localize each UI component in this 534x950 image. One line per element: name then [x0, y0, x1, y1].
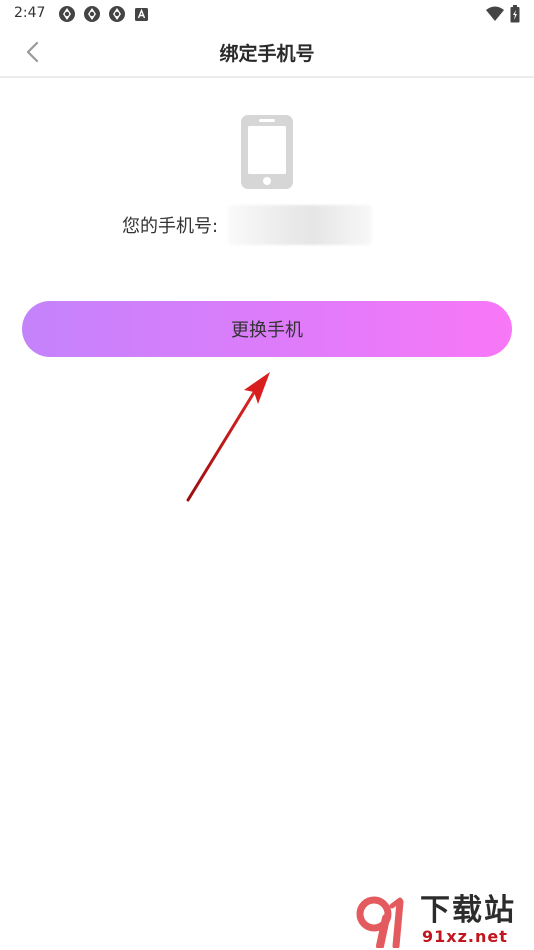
- phone-number-value-blurred: [228, 205, 373, 245]
- wifi-icon: [486, 6, 504, 21]
- sync-icon: [59, 6, 75, 22]
- status-bar: 2:47: [0, 0, 534, 28]
- status-notification-icons: [58, 5, 151, 23]
- phone-number-label: 您的手机号:: [121, 216, 219, 237]
- battery-icon: [510, 5, 520, 23]
- status-system-icons: [486, 5, 520, 23]
- annotation-arrow: [186, 372, 270, 502]
- status-time: 2:47: [14, 5, 46, 21]
- watermark: 下载站 91xz.net: [356, 896, 532, 948]
- watermark-site: 91xz.net: [422, 927, 508, 946]
- watermark-logo-icon: [356, 896, 404, 948]
- sync-icon: [109, 6, 125, 22]
- nav-bar: 绑定手机号: [0, 28, 534, 78]
- phone-number-row: 您的手机号:: [0, 205, 534, 245]
- smartphone-icon: [241, 115, 293, 189]
- page-title: 绑定手机号: [219, 43, 315, 65]
- change-phone-button[interactable]: 更换手机: [22, 301, 512, 357]
- app-a-icon: [135, 8, 148, 21]
- watermark-title: 下载站: [420, 893, 516, 928]
- sync-icon: [84, 6, 100, 22]
